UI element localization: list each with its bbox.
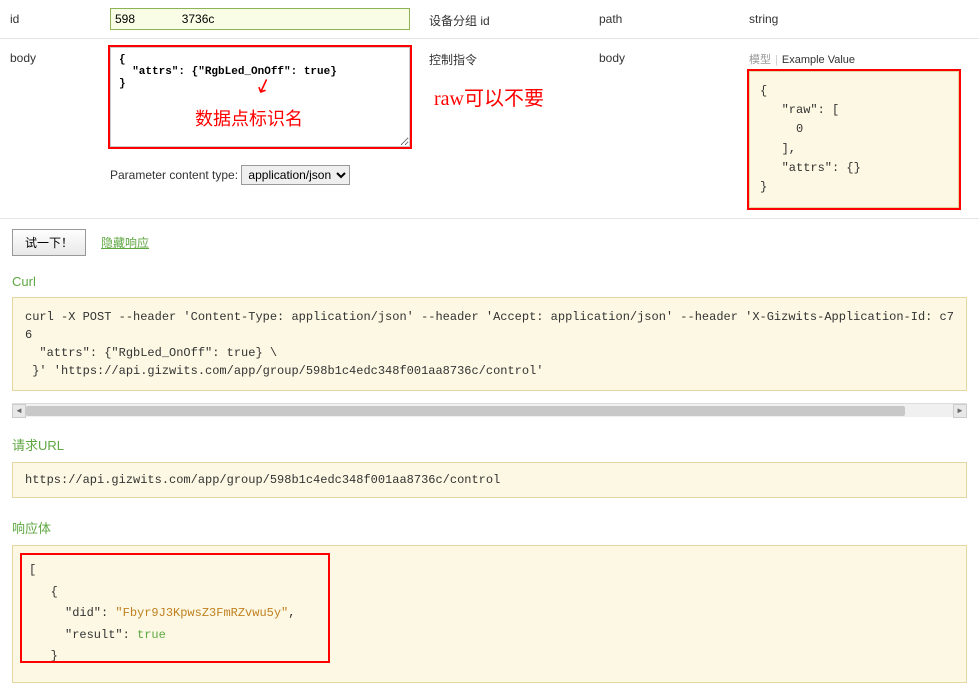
annotation-raw-note: raw可以不要 bbox=[434, 82, 544, 111]
example-value-tab[interactable]: Example Value bbox=[782, 54, 855, 66]
param-label-body: body bbox=[10, 47, 110, 65]
response-wrap: [ { "did": "Fbyr9J3KpwsZ3FmRZvwu5y", "re… bbox=[12, 545, 967, 683]
param-row-body: body ↙ 数据点标识名 Parameter content type: ap… bbox=[0, 39, 979, 219]
response-body-block: [ { "did": "Fbyr9J3KpwsZ3FmRZvwu5y", "re… bbox=[12, 545, 967, 683]
model-tab[interactable]: 模型 bbox=[749, 54, 771, 66]
section-title-response: 响应体 bbox=[0, 510, 979, 541]
id-input[interactable] bbox=[110, 8, 410, 30]
content-type-label: Parameter content type: bbox=[110, 168, 238, 182]
body-textarea[interactable] bbox=[110, 47, 410, 147]
section-title-url: 请求URL bbox=[0, 427, 979, 458]
param-desc-body: 控制指令 raw可以不要 bbox=[419, 47, 599, 68]
param-type-body: body bbox=[599, 47, 749, 65]
param-datatype-body: 模型|Example Value { "raw": [ 0 ], "attrs"… bbox=[749, 47, 969, 208]
try-row: 试一下！ 隐藏响应 bbox=[0, 219, 979, 266]
param-datatype-id: string bbox=[749, 8, 969, 26]
param-type-id: path bbox=[599, 8, 749, 26]
response-prefix: [ { "did": bbox=[29, 563, 115, 620]
response-did: "Fbyr9J3KpwsZ3FmRZvwu5y" bbox=[115, 606, 288, 620]
model-tabs: 模型|Example Value bbox=[749, 51, 969, 67]
hide-response-link[interactable]: 隐藏响应 bbox=[101, 234, 149, 251]
param-value-id bbox=[110, 8, 419, 30]
section-title-curl: Curl bbox=[0, 266, 979, 293]
response-suffix: } bbox=[29, 649, 58, 663]
content-type-select[interactable]: application/json bbox=[241, 165, 350, 185]
scroll-thumb[interactable] bbox=[26, 406, 905, 416]
param-desc-body-text: 控制指令 bbox=[429, 53, 477, 67]
curl-block: curl -X POST --header 'Content-Type: app… bbox=[12, 297, 967, 391]
scroll-right-icon[interactable]: ► bbox=[953, 404, 967, 418]
param-label-id: id bbox=[10, 8, 110, 26]
example-value-box[interactable]: { "raw": [ 0 ], "attrs": {} } bbox=[749, 71, 959, 208]
try-button[interactable]: 试一下！ bbox=[12, 229, 86, 256]
param-desc-id: 设备分组 id bbox=[419, 8, 599, 29]
content-type-row: Parameter content type: application/json bbox=[110, 165, 419, 185]
param-value-body: ↙ 数据点标识名 Parameter content type: applica… bbox=[110, 47, 419, 185]
scroll-left-icon[interactable]: ◄ bbox=[12, 404, 26, 418]
response-result: true bbox=[137, 628, 166, 642]
request-url-block: https://api.gizwits.com/app/group/598b1c… bbox=[12, 462, 967, 498]
curl-scrollbar[interactable]: ◄ ► bbox=[12, 403, 967, 417]
param-row-id: id 设备分组 id path string bbox=[0, 0, 979, 39]
